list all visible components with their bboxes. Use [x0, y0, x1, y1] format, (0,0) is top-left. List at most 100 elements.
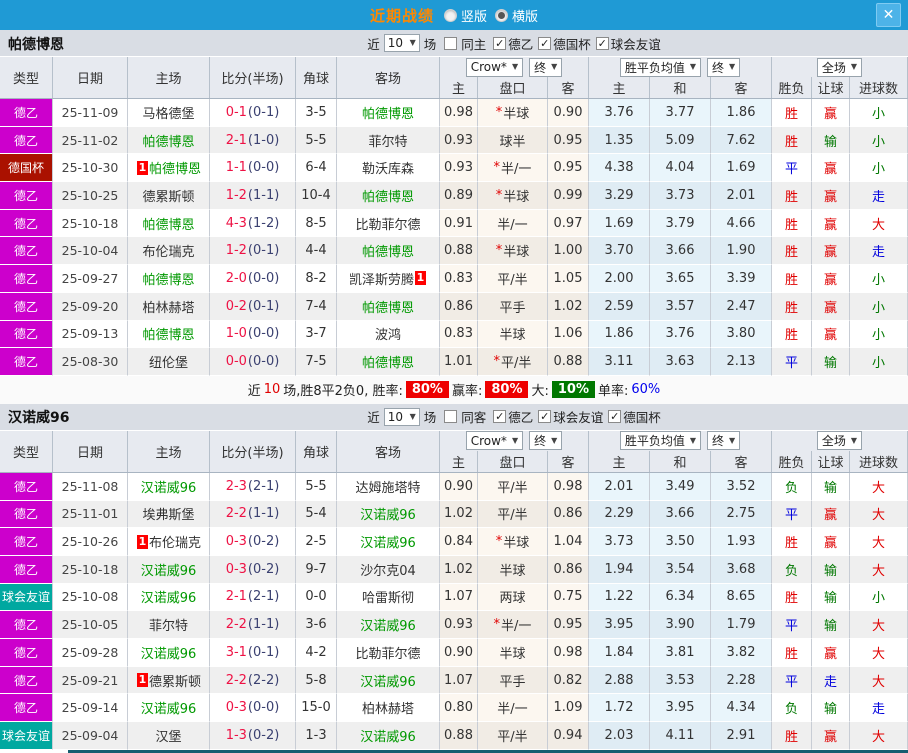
- corner-cell: 9-7: [296, 555, 337, 584]
- match-date: 25-11-08: [53, 472, 128, 501]
- same-venue-checkbox[interactable]: [444, 410, 458, 424]
- home-odds: 0.86: [440, 292, 478, 321]
- handicap-cell: 平/半: [478, 500, 548, 529]
- handicap-result-cell: 输: [812, 611, 850, 639]
- wdl-average-select[interactable]: 胜平负均值 ▼: [619, 57, 701, 77]
- handicap-star: *: [495, 534, 503, 550]
- match-count-select[interactable]: 10 ▼: [383, 34, 420, 52]
- table-row: 德乙 25-10-25 德累斯顿 1-2 (1-1) 10-4 帕德博恩 0.89 * 半球 0.9…: [0, 182, 908, 210]
- handicap-cell: 平/半: [478, 265, 548, 293]
- avg-home-odds: 3.29: [589, 182, 650, 210]
- bookmaker-select[interactable]: Crow* ▼: [465, 57, 524, 77]
- home-team-name: 埃弗斯堡: [142, 508, 195, 524]
- league-checkbox[interactable]: ✓: [493, 410, 507, 424]
- handicap-cell: 平手: [478, 666, 548, 695]
- result-cell: 平: [772, 666, 812, 695]
- subcol-result: 胜负: [772, 77, 812, 98]
- away-team-cell: 帕德博恩: [337, 182, 440, 210]
- goals-result-cell: 小: [850, 126, 908, 155]
- home-team-cell: 1 布伦瑞克: [128, 528, 210, 556]
- avg-draw-odds: 3.73: [650, 182, 711, 210]
- avg-away-odds: 1.90: [711, 237, 772, 266]
- league-checkbox[interactable]: ✓: [538, 410, 552, 424]
- away-team-cell: 汉诺威96: [337, 500, 440, 529]
- handicap-result-cell: 输: [812, 583, 850, 612]
- home-odds: 0.93: [440, 154, 478, 183]
- avg-away-odds: 7.62: [711, 126, 772, 155]
- avg-draw-odds: 4.11: [650, 722, 711, 750]
- halftime-score: (0-2): [247, 561, 280, 577]
- goals-result-cell: 小: [850, 583, 908, 612]
- result-cell: 负: [772, 555, 812, 584]
- subcol-odds-home: 主: [440, 77, 478, 98]
- summary-bar: 近 10 场,胜8平2负0, 胜率: 80% 赢率: 80% 大: 10% 单率: …: [0, 375, 908, 404]
- fulltime-scope-select[interactable]: 全场 ▼: [816, 431, 863, 451]
- home-team-name: 汉诺威96: [140, 591, 197, 607]
- halftime-score: (2-2): [247, 672, 280, 688]
- league-checkbox[interactable]: ✓: [538, 36, 552, 50]
- layout-radio-group: 竖版 横版: [436, 6, 538, 25]
- wdl-average-select[interactable]: 胜平负均值 ▼: [619, 431, 701, 451]
- handicap-cell: 球半: [478, 126, 548, 155]
- avg-home-odds: 3.73: [589, 528, 650, 556]
- corner-cell: 5-5: [296, 126, 337, 155]
- match-date: 25-09-04: [53, 722, 128, 750]
- home-team-cell: 汉诺威96: [128, 555, 210, 584]
- chevron-down-icon: ▼: [729, 62, 736, 71]
- league-tag: 德乙: [0, 126, 53, 155]
- col-score: 比分(半场): [210, 57, 296, 98]
- home-team-name: 布伦瑞克: [142, 245, 195, 261]
- final-odds-select[interactable]: 终 ▼: [529, 431, 563, 451]
- score-cell: 2-0 (0-0): [210, 265, 296, 293]
- close-icon[interactable]: ✕: [876, 3, 901, 27]
- win-rate-chip: 80%: [405, 381, 449, 399]
- final-avg-select[interactable]: 终 ▼: [707, 57, 741, 77]
- league-tag: 德乙: [0, 209, 53, 238]
- home-team-cell: 埃弗斯堡: [128, 500, 210, 529]
- avg-home-odds: 2.88: [589, 666, 650, 695]
- fulltime-score: 3-1: [225, 644, 247, 660]
- subcol-avg-away: 客: [711, 450, 772, 472]
- handicap-cell: 半/一: [478, 694, 548, 723]
- halftime-score: (0-0): [247, 270, 280, 286]
- handicap-star: *: [495, 243, 503, 259]
- away-odds: 0.99: [548, 182, 589, 210]
- league-label: 球会友谊: [610, 36, 661, 52]
- handicap-result-cell: 赢: [812, 722, 850, 750]
- avg-home-odds: 3.95: [589, 611, 650, 639]
- result-cell: 负: [772, 694, 812, 723]
- handicap-result-cell: 输: [812, 555, 850, 584]
- fulltime-score: 0-2: [225, 298, 247, 314]
- avg-away-odds: 4.34: [711, 694, 772, 723]
- away-team-cell: 沙尔克04: [337, 555, 440, 584]
- match-date: 25-10-05: [53, 611, 128, 639]
- bookmaker-select[interactable]: Crow* ▼: [465, 431, 524, 451]
- match-count-select[interactable]: 10 ▼: [383, 407, 420, 426]
- handicap-cell: * 半/一: [478, 154, 548, 183]
- score-cell: 2-3 (2-1): [210, 472, 296, 501]
- league-checkbox[interactable]: ✓: [493, 36, 507, 50]
- same-venue-checkbox[interactable]: [444, 36, 458, 50]
- final-avg-select[interactable]: 终 ▼: [707, 431, 741, 451]
- score-cell: 2-1 (2-1): [210, 583, 296, 612]
- away-team-cell: 波鸿: [337, 320, 440, 349]
- vertical-layout-radio[interactable]: [443, 8, 457, 22]
- home-team-name: 马格德堡: [142, 106, 195, 122]
- rank-badge: 1: [136, 534, 148, 549]
- league-checkbox[interactable]: ✓: [608, 410, 622, 424]
- chevron-down-icon: ▼: [511, 435, 519, 445]
- home-team-name: 德累斯顿: [142, 189, 195, 205]
- away-odds: 1.04: [548, 528, 589, 556]
- col-away: 客场: [337, 430, 440, 472]
- halftime-score: (0-0): [247, 160, 280, 176]
- horizontal-layout-radio[interactable]: [495, 8, 508, 22]
- home-odds: 0.88: [440, 722, 478, 750]
- rank-badge: 1: [415, 271, 426, 286]
- corner-cell: 3-6: [296, 611, 337, 639]
- away-odds: 0.95: [548, 154, 589, 183]
- league-checkbox[interactable]: ✓: [595, 36, 609, 50]
- avg-group-header: 胜平负均值 ▼ 终 ▼: [589, 430, 772, 451]
- handicap-star: *: [493, 160, 501, 176]
- fulltime-scope-select[interactable]: 全场 ▼: [816, 57, 863, 77]
- final-odds-select[interactable]: 终 ▼: [529, 57, 563, 77]
